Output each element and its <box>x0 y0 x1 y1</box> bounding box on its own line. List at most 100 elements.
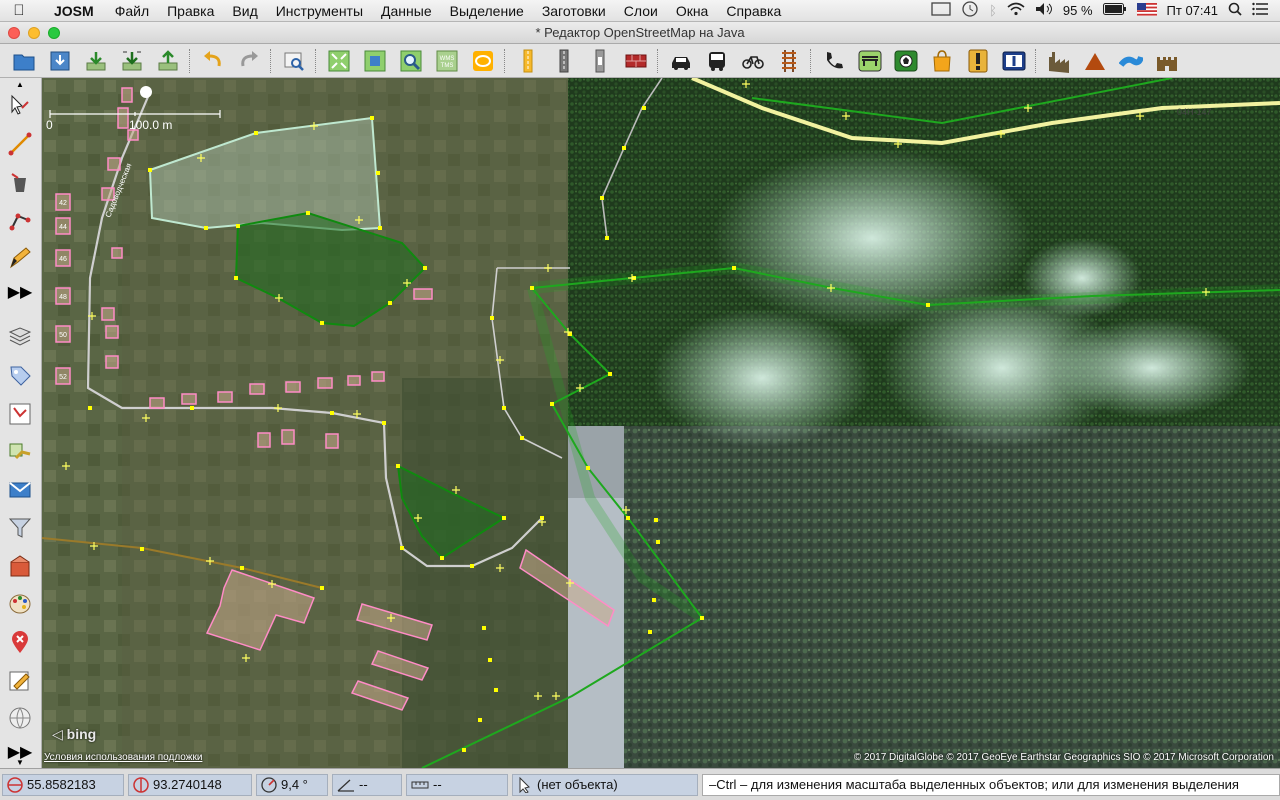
zoom-window-button[interactable] <box>48 27 60 39</box>
preset-path-button[interactable] <box>582 46 617 76</box>
menu-data[interactable]: Данные <box>372 3 441 19</box>
improve-way-button[interactable] <box>6 206 34 234</box>
map-view[interactable]: 04Н-147 42 44 46 48 50 52 Садоводческая … <box>42 78 1280 768</box>
preset-barrier-button[interactable] <box>618 46 653 76</box>
menu-file[interactable]: Файл <box>106 3 158 19</box>
zoom-selection-icon <box>364 50 385 71</box>
toggle-notes-panel[interactable] <box>6 476 34 504</box>
toggle-osm-wiki-panel[interactable] <box>6 704 34 732</box>
macos-menubar:  JOSM Файл Правка Вид Инструменты Данны… <box>0 0 1280 22</box>
lasso-select-button[interactable] <box>465 46 500 76</box>
house-number: 44 <box>59 224 67 231</box>
upload-button[interactable] <box>150 46 185 76</box>
preset-industrial-button[interactable] <box>1041 46 1076 76</box>
toolbar-separator <box>504 48 506 73</box>
notification-center-icon[interactable] <box>1252 2 1268 19</box>
undo-button[interactable] <box>195 46 230 76</box>
distance-value: -- <box>433 777 442 792</box>
cloud <box>652 308 872 448</box>
preset-railway-button[interactable] <box>771 46 806 76</box>
preset-castle-button[interactable] <box>1149 46 1184 76</box>
compass-icon <box>261 776 277 793</box>
menu-windows[interactable]: Окна <box>667 3 718 19</box>
zoom-to-data-button[interactable] <box>321 46 356 76</box>
bus-icon <box>708 51 725 71</box>
menu-help[interactable]: Справка <box>717 3 790 19</box>
toggle-validator-panel[interactable] <box>6 628 34 656</box>
zoom-to-selection-button[interactable] <box>357 46 392 76</box>
menu-tools[interactable]: Инструменты <box>267 3 372 19</box>
ruler-icon <box>411 781 429 788</box>
toggle-filter-panel[interactable] <box>6 514 34 542</box>
paint-bucket-icon <box>11 173 26 192</box>
menu-layers[interactable]: Слои <box>615 3 667 19</box>
toggle-map-paint-panel[interactable] <box>6 590 34 618</box>
preset-waterway-button[interactable] <box>1113 46 1148 76</box>
time-machine-icon[interactable] <box>961 0 979 21</box>
apple-menu-icon[interactable]:  <box>0 2 38 19</box>
minimize-window-button[interactable] <box>28 27 40 39</box>
wikipedia-globe-icon <box>9 707 31 729</box>
status-bar: 55.8582183 93.2740148 9,4 ° -- -- (нет о… <box>0 768 1280 800</box>
toggle-changeset-panel[interactable] <box>6 666 34 694</box>
toggle-selection-panel[interactable] <box>6 400 34 428</box>
open-file-button[interactable] <box>6 46 41 76</box>
preset-hazard-button[interactable] <box>960 46 995 76</box>
cloud <box>1052 318 1252 418</box>
house-number: 48 <box>59 294 67 301</box>
scroll-up-arrow[interactable]: ▲ <box>6 78 34 90</box>
menu-view[interactable]: Вид <box>223 3 266 19</box>
preset-car-button[interactable] <box>663 46 698 76</box>
preset-telephone-button[interactable] <box>816 46 851 76</box>
bluetooth-icon[interactable]: ᛒ <box>989 3 997 18</box>
preset-road-gray-button[interactable] <box>546 46 581 76</box>
svg-text:WMS: WMS <box>439 56 454 62</box>
display-icon[interactable] <box>931 2 951 19</box>
parallel-way-button[interactable] <box>6 244 34 272</box>
download-data-button[interactable] <box>78 46 113 76</box>
wifi-icon[interactable] <box>1007 2 1025 19</box>
zoom-button[interactable] <box>393 46 428 76</box>
preset-shop-button[interactable] <box>924 46 959 76</box>
app-menu[interactable]: JOSM <box>38 3 106 19</box>
heading-value: 9,4 ° <box>281 777 308 792</box>
volume-icon[interactable] <box>1035 2 1053 19</box>
scroll-down-arrow[interactable]: ▼ <box>6 756 34 768</box>
package-icon <box>10 555 30 577</box>
map-canvas[interactable]: 04Н-147 42 44 46 48 50 52 Садоводческая … <box>42 78 1280 768</box>
menu-selection[interactable]: Выделение <box>441 3 533 19</box>
us-flag-icon[interactable] <box>1136 2 1157 19</box>
toggle-layers-panel[interactable] <box>6 324 34 352</box>
preset-bus-button[interactable] <box>699 46 734 76</box>
preset-bench-button[interactable] <box>852 46 887 76</box>
battery-icon[interactable] <box>1102 3 1127 18</box>
preset-road-yellow-button[interactable] <box>510 46 545 76</box>
wms-tms-button[interactable]: WMS TMS <box>429 46 464 76</box>
menu-edit[interactable]: Правка <box>158 3 223 19</box>
preset-bicycle-button[interactable] <box>735 46 770 76</box>
zoom-tool-button[interactable] <box>6 168 34 196</box>
longitude-icon <box>133 776 149 793</box>
select-mode-button[interactable] <box>6 92 34 120</box>
menu-presets[interactable]: Заготовки <box>533 3 615 19</box>
toggle-relations-panel[interactable] <box>6 438 34 466</box>
close-window-button[interactable] <box>8 27 20 39</box>
pencil-icon <box>10 247 31 269</box>
download-in-view-button[interactable] <box>114 46 149 76</box>
toggle-tags-panel[interactable] <box>6 362 34 390</box>
preset-sport-button[interactable] <box>888 46 923 76</box>
undo-icon <box>203 50 221 66</box>
redo-button[interactable] <box>231 46 266 76</box>
save-button[interactable] <box>42 46 77 76</box>
preset-peak-button[interactable] <box>1077 46 1112 76</box>
bing-logo: ◁ bing <box>52 726 97 742</box>
imagery-terms-link[interactable]: Условия использования подложки <box>44 752 202 763</box>
toggle-conflict-panel[interactable] <box>6 552 34 580</box>
preferences-button[interactable] <box>276 46 311 76</box>
spotlight-search-icon[interactable] <box>1228 2 1242 19</box>
preset-information-button[interactable] <box>996 46 1031 76</box>
draw-nodes-button[interactable] <box>6 130 34 158</box>
more-modes-button[interactable]: ▶▶ <box>6 278 34 306</box>
clock[interactable]: Пт 07:41 <box>1167 3 1218 18</box>
road-ref-label: 04Н-147 <box>1177 107 1212 117</box>
